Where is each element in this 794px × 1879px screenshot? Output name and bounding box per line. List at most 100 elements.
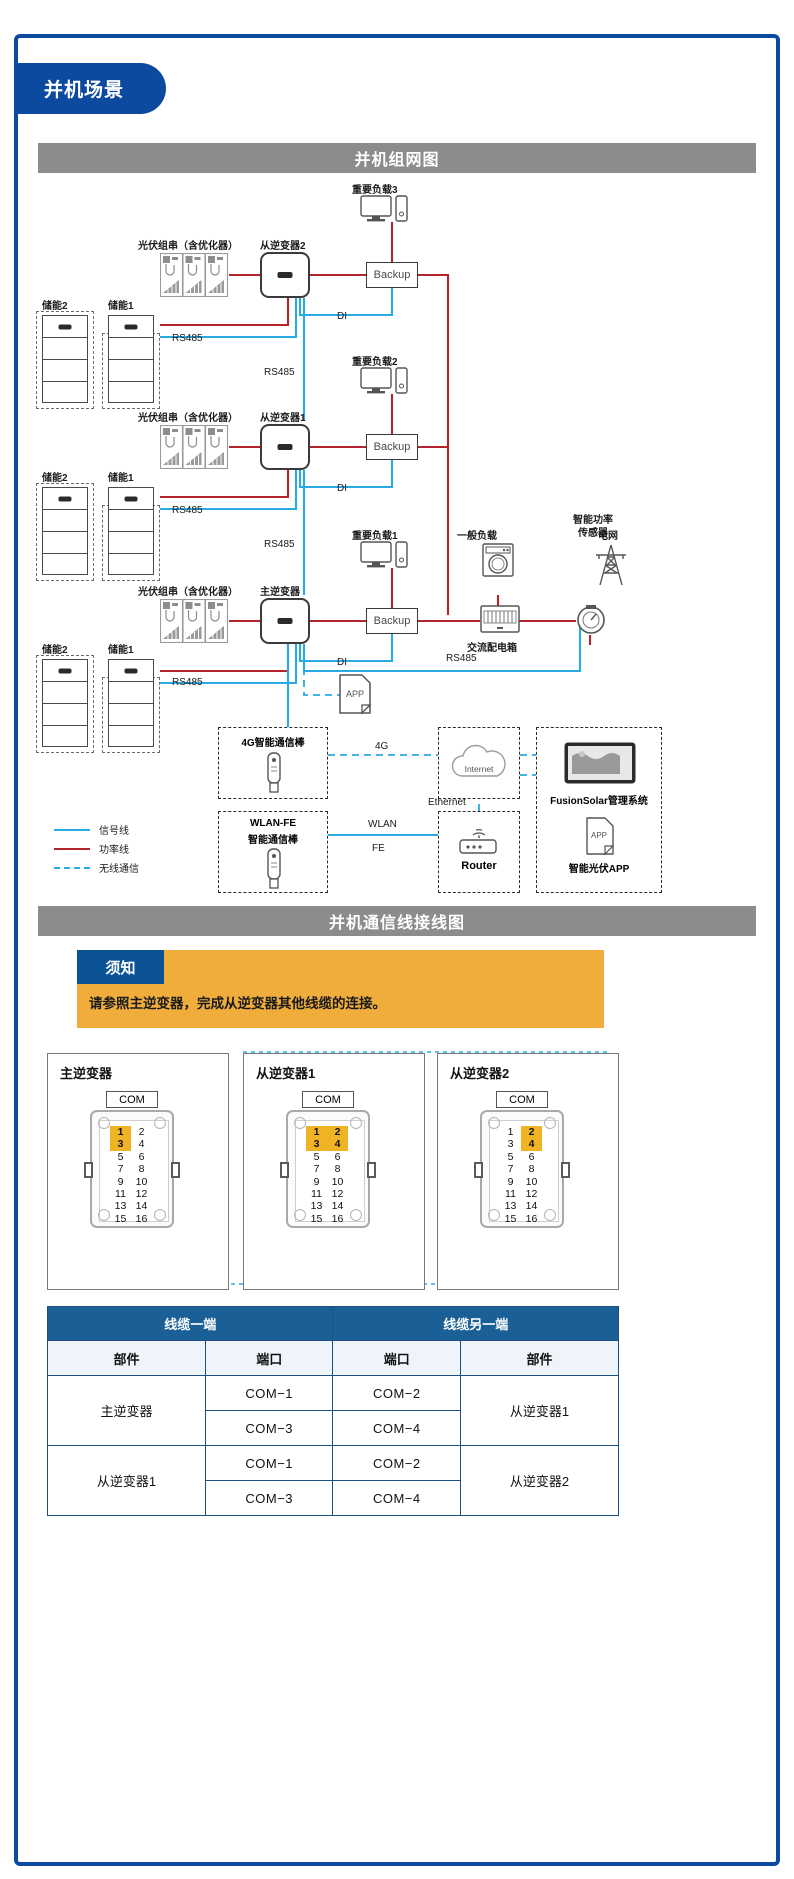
pv-string-label-3: 光伏组串（含优化器） bbox=[138, 241, 238, 252]
dongle-4g-label: 4G智能通信棒 bbox=[241, 738, 305, 749]
pin-6: 6 bbox=[528, 1150, 535, 1163]
dongle-wlan-fe-label-line2: 智能通信棒 bbox=[248, 835, 298, 846]
screw-tr bbox=[154, 1117, 166, 1129]
grid-label: 电网 bbox=[598, 531, 618, 542]
pin-9: 9 bbox=[117, 1175, 124, 1188]
pin-7: 7 bbox=[117, 1163, 124, 1176]
legend-label-power: 功率线 bbox=[99, 845, 129, 856]
general-load-washer-icon bbox=[482, 543, 514, 577]
cell-port-a-4: COM−3 bbox=[204, 1480, 334, 1516]
critical-load-3-label: 重要负载3 bbox=[352, 185, 398, 196]
slave-inverter-1 bbox=[260, 424, 310, 470]
master-inverter bbox=[260, 598, 310, 644]
cable-connection-table: 线缆一端 线缆另一端 部件 端口 端口 部件 主逆变器 COM−1 COM−2 … bbox=[46, 1306, 619, 1516]
pin-7: 7 bbox=[313, 1163, 320, 1176]
pv-string-label-2: 光伏组串（含优化器） bbox=[138, 413, 238, 424]
storage-1-label-mid: 储能1 bbox=[108, 473, 134, 484]
screw-tr bbox=[544, 1117, 556, 1129]
management-system-box: FusionSolar管理系统 APP 智能光伏APP bbox=[536, 727, 662, 893]
section-header-wiring: 并机通信线接线图 bbox=[38, 906, 756, 936]
legend-item-power: 功率线 bbox=[54, 839, 139, 858]
legend-swatch-signal bbox=[54, 828, 90, 831]
pin-2: 2 bbox=[521, 1126, 542, 1139]
critical-load-1-icon bbox=[360, 541, 408, 568]
pin-3: 3 bbox=[110, 1138, 131, 1151]
pin-4: 4 bbox=[138, 1138, 145, 1151]
storage-2-label-bot: 储能2 bbox=[42, 645, 68, 656]
pin-8: 8 bbox=[334, 1163, 341, 1176]
pin-8: 8 bbox=[138, 1163, 145, 1176]
pin-14: 14 bbox=[525, 1200, 538, 1213]
fusionsolar-monitor-icon bbox=[564, 742, 636, 784]
dongle-4g-box: 4G智能通信棒 bbox=[218, 727, 328, 799]
smart-power-sensor-icon bbox=[577, 605, 605, 634]
general-load-label: 一般负载 bbox=[457, 531, 497, 542]
storage-1-stack-mid bbox=[108, 487, 154, 575]
pin-1: 1 bbox=[110, 1126, 131, 1139]
pin-12: 12 bbox=[135, 1187, 148, 1200]
cell-port-b-2: COM−4 bbox=[332, 1410, 462, 1446]
cell-port-a-1: COM−1 bbox=[204, 1375, 334, 1411]
com-connector-master: 1 2 3 4 5 6 7 8 9 10 11 12 13 14 15 16 bbox=[84, 1110, 180, 1228]
group-header-end-a: 线缆一端 bbox=[46, 1306, 334, 1341]
col-header-port-a: 端口 bbox=[204, 1340, 334, 1376]
pin-11: 11 bbox=[311, 1187, 322, 1200]
link-4g-label: 4G bbox=[375, 741, 389, 752]
com-tag-slave2: COM bbox=[496, 1091, 548, 1108]
legend-swatch-wireless bbox=[54, 866, 90, 869]
pin-11: 11 bbox=[115, 1187, 126, 1200]
pin-5: 5 bbox=[313, 1150, 320, 1163]
network-topology-diagram: .pw{ stroke:#b4222c; stroke-width:2.1; f… bbox=[20, 175, 774, 895]
page-title: 并机场景 bbox=[18, 63, 167, 114]
diagram-legend: 信号线 功率线 无线通信 bbox=[54, 820, 139, 877]
pin-15: 15 bbox=[114, 1212, 127, 1225]
grid-tower-icon bbox=[596, 544, 626, 586]
legend-item-signal: 信号线 bbox=[54, 820, 139, 839]
legend-label-wireless: 无线通信 bbox=[99, 864, 139, 875]
cell-part-a-3: 从逆变器1 bbox=[47, 1445, 206, 1516]
screw-tl bbox=[294, 1117, 306, 1129]
col-header-part-a: 部件 bbox=[47, 1340, 206, 1376]
pin-grid-slave2: 1 2 3 4 5 6 7 8 9 10 11 12 13 14 15 16 bbox=[500, 1126, 542, 1225]
smart-pv-app-label: 智能光伏APP bbox=[568, 864, 630, 875]
pin-1: 1 bbox=[306, 1126, 327, 1139]
storage-1-label-top: 储能1 bbox=[108, 301, 134, 312]
pin-7: 7 bbox=[507, 1163, 514, 1176]
table-head: 线缆一端 线缆另一端 bbox=[46, 1306, 619, 1341]
storage-2-label-top: 储能2 bbox=[42, 301, 68, 312]
ear-tab-left bbox=[280, 1162, 289, 1178]
legend-item-wireless: 无线通信 bbox=[54, 858, 139, 877]
di-label-1: DI bbox=[337, 657, 347, 668]
dongle-wlan-fe-icon bbox=[267, 848, 281, 889]
screw-bl bbox=[98, 1209, 110, 1221]
pin-2: 2 bbox=[138, 1126, 145, 1138]
cell-port-a-3: COM−1 bbox=[204, 1445, 334, 1481]
screw-br bbox=[154, 1209, 166, 1221]
legend-swatch-power bbox=[54, 847, 90, 850]
rs485-label-top: RS485 bbox=[172, 333, 203, 344]
storage-2-label-mid: 储能2 bbox=[42, 473, 68, 484]
connector-panel-master: 主逆变器 COM 1 2 3 4 5 6 7 8 9 10 11 12 13 14 15 16 bbox=[47, 1053, 229, 1290]
di-label-2: DI bbox=[337, 483, 347, 494]
cell-part-b-3: 从逆变器2 bbox=[460, 1445, 619, 1516]
ear-tab-right bbox=[367, 1162, 376, 1178]
critical-load-1-label: 重要负载1 bbox=[352, 531, 398, 542]
screw-tr bbox=[350, 1117, 362, 1129]
pin-6: 6 bbox=[334, 1150, 341, 1163]
screw-tl bbox=[488, 1117, 500, 1129]
cell-part-a-1: 主逆变器 bbox=[47, 1375, 206, 1446]
pin-14: 14 bbox=[331, 1200, 344, 1213]
rs485-label-trunk-2: RS485 bbox=[264, 539, 295, 550]
ear-tab-right bbox=[561, 1162, 570, 1178]
pin-11: 11 bbox=[505, 1187, 516, 1200]
notice-tag: 须知 bbox=[77, 950, 164, 984]
pin-13: 13 bbox=[114, 1200, 127, 1213]
critical-load-2-icon bbox=[360, 367, 408, 394]
table-body: 部件 端口 端口 部件 主逆变器 COM−1 COM−2 从逆变器1 COM−3… bbox=[47, 1340, 619, 1516]
pin-9: 9 bbox=[507, 1175, 514, 1188]
pin-10: 10 bbox=[135, 1175, 148, 1188]
storage-1-label-bot: 储能1 bbox=[108, 645, 134, 656]
router-label: Router bbox=[461, 860, 497, 872]
master-inverter-label: 主逆变器 bbox=[260, 587, 300, 598]
pin-grid-master: 1 2 3 4 5 6 7 8 9 10 11 12 13 14 15 16 bbox=[110, 1126, 152, 1225]
